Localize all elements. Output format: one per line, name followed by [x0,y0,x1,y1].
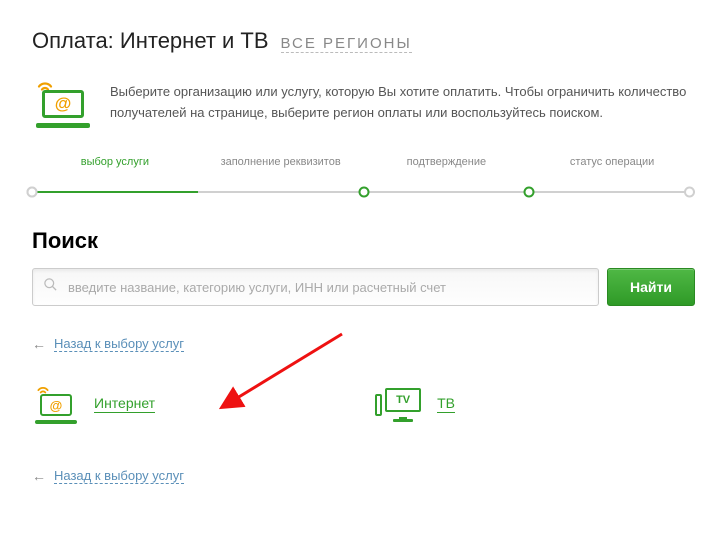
page-title: Оплата: Интернет и ТВ [32,28,269,54]
at-sign-icon: @ [55,94,72,114]
step-dot [684,187,695,198]
category-label: ТВ [437,395,455,413]
progress-stepper-labels: выбор услуги заполнение реквизитов подтв… [32,156,695,176]
step-dot [524,187,535,198]
at-sign-icon: @ [50,398,63,413]
step-fill-details: заполнение реквизитов [198,156,364,176]
step-dot [27,187,38,198]
progress-stepper-track [32,184,695,200]
search-icon [43,277,58,297]
step-select-service: выбор услуги [32,156,198,176]
intro-text: Выберите организацию или услугу, которую… [110,78,695,124]
intro-block: @ Выберите организацию или услугу, котор… [32,78,695,128]
back-link-label: Назад к выбору услуг [54,336,184,352]
find-button[interactable]: Найти [607,268,695,306]
annotation-arrow-icon [212,328,352,418]
category-list: @ Интернет TV ТВ [32,384,695,424]
tv-icon: TV [375,386,423,422]
page-title-row: Оплата: Интернет и ТВ ВСЕ РЕГИОНЫ [32,28,695,54]
search-heading: Поиск [32,228,695,254]
back-link-bottom[interactable]: ← Назад к выбору услуг [32,468,184,484]
category-label: Интернет [94,395,155,413]
search-row: Найти [32,268,695,306]
arrow-left-icon: ← [32,468,46,484]
category-tv[interactable]: TV ТВ [375,384,455,424]
back-link-top[interactable]: ← Назад к выбору услуг [32,336,184,352]
region-selector-link[interactable]: ВСЕ РЕГИОНЫ [281,35,412,53]
category-internet[interactable]: @ Интернет [32,384,155,424]
arrow-left-icon: ← [32,336,46,352]
internet-laptop-icon: @ [32,78,94,128]
back-link-label: Назад к выбору услуг [54,468,184,484]
step-status: статус операции [529,156,695,176]
internet-laptop-icon: @ [32,384,80,424]
step-dot [358,187,369,198]
step-confirm: подтверждение [364,156,530,176]
search-input[interactable] [66,279,588,296]
search-box[interactable] [32,268,599,306]
